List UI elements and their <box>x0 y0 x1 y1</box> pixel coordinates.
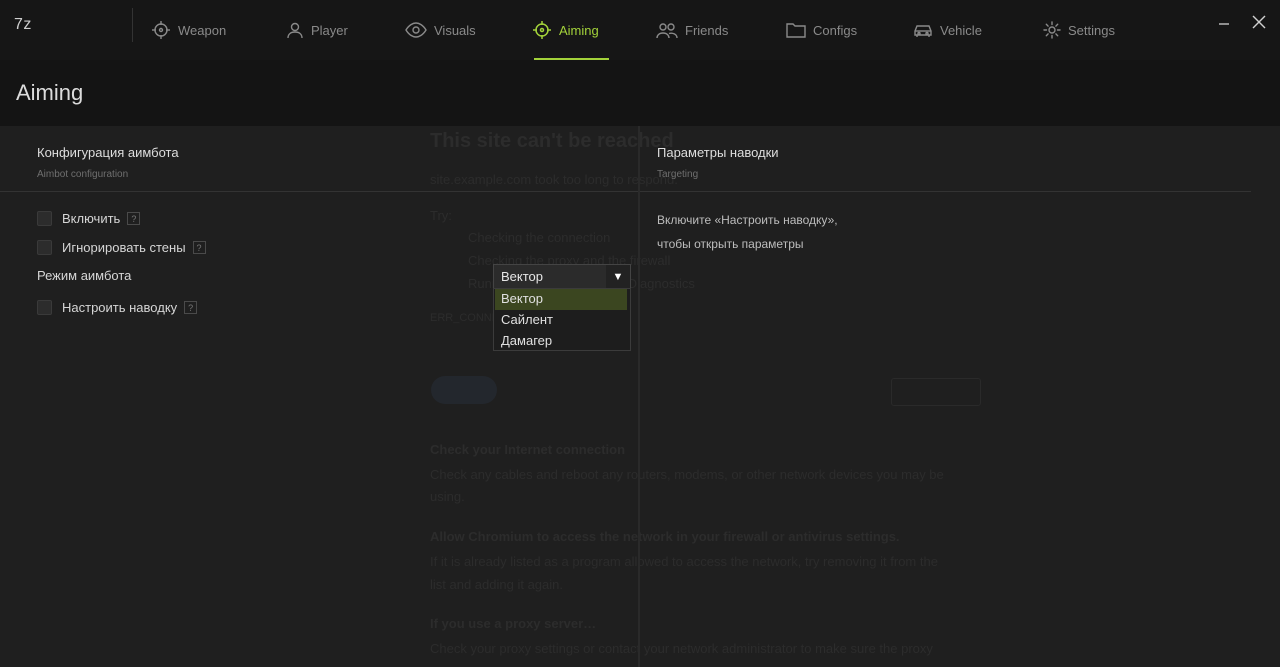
car-icon <box>913 22 933 38</box>
right-panel-title: Параметры наводки <box>657 145 779 160</box>
ghost-line: list and adding it again. <box>430 577 563 592</box>
ghost-line: If it is already listed as a program all… <box>430 554 938 569</box>
ghost-reload-button <box>431 376 497 404</box>
aimbot-mode-select[interactable]: Вектор ▼ <box>493 264 631 289</box>
tab-friends-label: Friends <box>685 22 729 38</box>
target-icon <box>532 20 552 40</box>
mode-option[interactable]: Вектор <box>495 289 627 310</box>
tab-friends[interactable]: Friends <box>656 0 728 60</box>
mode-option[interactable]: Сайлент <box>495 310 627 331</box>
option-configure-targeting[interactable]: Настроить наводку ? <box>37 300 198 315</box>
ghost-line: Checking the connection <box>468 230 611 245</box>
background-error-page: This site can't be reached site.example.… <box>430 126 990 667</box>
tab-configs-label: Configs <box>813 22 858 38</box>
ghost-line: If you use a proxy server… <box>430 616 597 631</box>
enable-label: Включить <box>62 211 121 226</box>
tab-settings[interactable]: Settings <box>1043 0 1115 60</box>
targeting-hint-line2: чтобы открыть параметры <box>657 237 804 251</box>
page-title: Aiming <box>16 80 84 105</box>
tab-player[interactable]: Player <box>286 0 348 60</box>
page-header: Aiming <box>0 60 1280 126</box>
tab-player-label: Player <box>311 22 348 38</box>
users-icon <box>656 21 678 39</box>
tab-weapon[interactable]: Weapon <box>151 0 226 60</box>
dropdown-arrow-icon[interactable]: ▼ <box>606 265 630 288</box>
ghost-details-button <box>891 378 981 406</box>
tab-settings-label: Settings <box>1068 22 1115 38</box>
brand-divider <box>132 8 133 42</box>
gear-icon <box>1043 21 1061 39</box>
ghost-line: using. <box>430 489 465 504</box>
tab-configs[interactable]: Configs <box>786 0 857 60</box>
folder-icon <box>786 22 806 38</box>
configure-targeting-label: Настроить наводку <box>62 300 178 315</box>
tab-visuals[interactable]: Visuals <box>405 0 476 60</box>
help-icon[interactable]: ? <box>127 212 141 225</box>
tab-aiming[interactable]: Aiming <box>532 0 609 60</box>
aimbot-mode-options: Вектор Сайлент Дамагер <box>493 288 631 351</box>
left-panel-subtitle: Aimbot configuration <box>37 169 129 180</box>
ghost-line: Try: <box>430 208 452 223</box>
right-panel-divider <box>640 191 1251 192</box>
top-nav-bar: 7z Weapon Player Visuals Aiming Friends <box>0 0 1280 60</box>
help-icon[interactable]: ? <box>184 301 198 314</box>
close-button[interactable] <box>1249 14 1269 34</box>
app-brand: 7z <box>14 16 32 33</box>
crosshair-icon <box>151 20 171 40</box>
option-ignore-walls[interactable]: Игнорировать стены ? <box>37 240 206 255</box>
ignore-walls-checkbox[interactable] <box>37 240 52 255</box>
configure-targeting-checkbox[interactable] <box>37 300 52 315</box>
user-icon <box>286 21 304 39</box>
aimbot-mode-label: Режим аимбота <box>37 268 132 283</box>
ghost-line: Check your Internet connection <box>430 442 626 457</box>
tab-aiming-label: Aiming <box>559 22 599 38</box>
mode-option[interactable]: Дамагер <box>495 331 627 352</box>
left-panel-divider <box>0 191 638 192</box>
help-icon[interactable]: ? <box>192 241 206 254</box>
ignore-walls-label: Игнорировать стены <box>62 240 186 255</box>
minimize-icon <box>1217 15 1231 34</box>
tab-vehicle[interactable]: Vehicle <box>913 0 982 60</box>
tab-visuals-label: Visuals <box>434 22 476 38</box>
targeting-hint-line1: Включите «Настроить наводку», <box>657 213 838 227</box>
aimbot-mode-value: Вектор <box>501 269 544 284</box>
close-icon <box>1252 15 1266 34</box>
ghost-line: Allow Chromium to access the network in … <box>430 529 900 544</box>
ghost-line: site.example.com took too long to respon… <box>430 172 678 187</box>
left-panel-title: Конфигурация аимбота <box>37 145 179 160</box>
minimize-button[interactable] <box>1214 14 1234 34</box>
tab-weapon-label: Weapon <box>178 22 227 38</box>
option-enable[interactable]: Включить ? <box>37 211 141 226</box>
panel-divider <box>638 126 640 667</box>
ghost-line: Check any cables and reboot any routers,… <box>430 467 944 482</box>
ghost-line: Check your proxy settings or contact you… <box>430 641 933 656</box>
tab-vehicle-label: Vehicle <box>940 22 982 38</box>
eye-icon <box>405 22 427 38</box>
right-panel-subtitle: Targeting <box>657 169 699 180</box>
enable-checkbox[interactable] <box>37 211 52 226</box>
